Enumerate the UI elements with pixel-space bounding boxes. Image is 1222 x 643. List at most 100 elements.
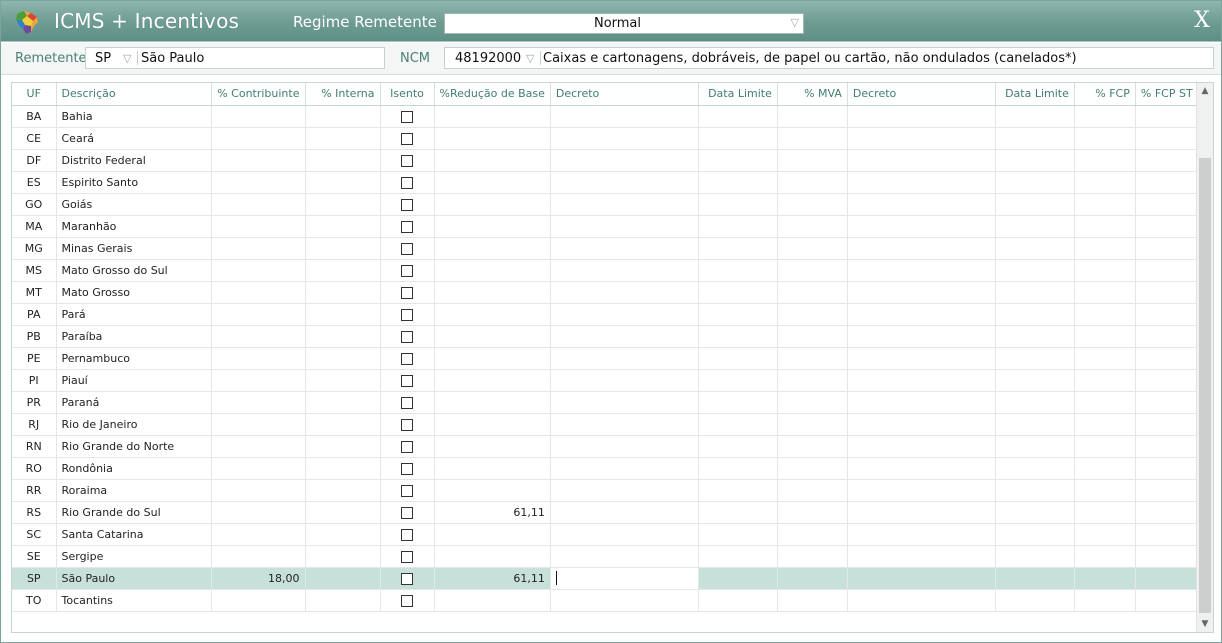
- cell-fcp[interactable]: [1074, 435, 1136, 458]
- cell-mva[interactable]: [777, 259, 848, 282]
- cell-fcp-st[interactable]: [1135, 435, 1199, 458]
- cell-data-limite-st[interactable]: [995, 127, 1075, 150]
- cell-decreto-st[interactable]: [847, 567, 996, 590]
- cell-decreto[interactable]: [550, 149, 699, 172]
- cell-decreto-st[interactable]: [847, 391, 996, 414]
- cell-decreto[interactable]: [550, 303, 699, 326]
- isento-checkbox[interactable]: [401, 220, 413, 233]
- cell-descricao[interactable]: Rio Grande do Sul: [56, 501, 212, 524]
- cell-fcp[interactable]: [1074, 237, 1136, 260]
- cell-data-limite-st[interactable]: [995, 523, 1075, 546]
- cell-contribuinte[interactable]: [211, 259, 306, 282]
- cell-decreto[interactable]: [550, 259, 699, 282]
- col-contribuinte[interactable]: % Contribuinte: [211, 83, 306, 106]
- regime-select[interactable]: Normal ▽: [444, 13, 804, 34]
- cell-decreto[interactable]: [550, 589, 699, 612]
- col-fcp-st[interactable]: % FCP ST: [1135, 83, 1199, 106]
- cell-uf[interactable]: RJ: [12, 413, 57, 436]
- cell-descricao[interactable]: Piauí: [56, 369, 212, 392]
- cell-mva[interactable]: [777, 215, 848, 238]
- cell-fcp[interactable]: [1074, 457, 1136, 480]
- table-row[interactable]: RS Rio Grande do Sul 61,11: [12, 501, 1199, 524]
- cell-fcp-st[interactable]: [1135, 479, 1199, 502]
- table-row[interactable]: DF Distrito Federal: [12, 149, 1199, 172]
- cell-mva[interactable]: [777, 347, 848, 370]
- cell-decreto[interactable]: [550, 369, 699, 392]
- table-row[interactable]: BA Bahia: [12, 105, 1199, 128]
- chevron-down-icon[interactable]: ▼: [1197, 616, 1213, 632]
- table-row[interactable]: PI Piauí: [12, 369, 1199, 392]
- cell-fcp[interactable]: [1074, 347, 1136, 370]
- scrollbar-thumb[interactable]: [1199, 158, 1211, 613]
- cell-descricao[interactable]: Rondônia: [56, 457, 212, 480]
- cell-fcp-st[interactable]: [1135, 171, 1199, 194]
- cell-decreto[interactable]: [550, 347, 699, 370]
- isento-checkbox[interactable]: [401, 462, 413, 475]
- isento-checkbox[interactable]: [401, 550, 413, 563]
- col-mva[interactable]: % MVA: [777, 83, 848, 106]
- cell-fcp-st[interactable]: [1135, 215, 1199, 238]
- isento-checkbox[interactable]: [401, 132, 413, 145]
- cell-mva[interactable]: [777, 479, 848, 502]
- cell-interna[interactable]: [305, 479, 381, 502]
- cell-decreto[interactable]: [550, 281, 699, 304]
- cell-fcp-st[interactable]: [1135, 523, 1199, 546]
- cell-decreto[interactable]: [550, 215, 699, 238]
- col-data-limite-st[interactable]: Data Limite: [995, 83, 1075, 106]
- cell-reducao-base[interactable]: [434, 281, 551, 304]
- cell-descricao[interactable]: Mato Grosso: [56, 281, 212, 304]
- cell-reducao-base[interactable]: [434, 215, 551, 238]
- cell-decreto-st[interactable]: [847, 149, 996, 172]
- cell-uf[interactable]: SE: [12, 545, 57, 568]
- cell-contribuinte[interactable]: [211, 435, 306, 458]
- cell-contribuinte[interactable]: [211, 369, 306, 392]
- cell-reducao-base[interactable]: 61,11: [434, 501, 551, 524]
- col-interna[interactable]: % Interna: [305, 83, 381, 106]
- cell-uf[interactable]: MT: [12, 281, 57, 304]
- cell-reducao-base[interactable]: [434, 347, 551, 370]
- cell-data-limite[interactable]: [698, 127, 778, 150]
- cell-uf[interactable]: MS: [12, 259, 57, 282]
- cell-data-limite-st[interactable]: [995, 149, 1075, 172]
- isento-checkbox[interactable]: [401, 440, 413, 453]
- col-fcp[interactable]: % FCP: [1074, 83, 1136, 106]
- cell-isento[interactable]: [380, 325, 435, 348]
- cell-interna[interactable]: [305, 259, 381, 282]
- col-decreto[interactable]: Decreto: [550, 83, 699, 106]
- cell-decreto[interactable]: [550, 435, 699, 458]
- cell-fcp[interactable]: [1074, 501, 1136, 524]
- cell-uf[interactable]: PR: [12, 391, 57, 414]
- cell-interna[interactable]: [305, 567, 381, 590]
- cell-mva[interactable]: [777, 501, 848, 524]
- cell-fcp[interactable]: [1074, 589, 1136, 612]
- cell-decreto-st[interactable]: [847, 347, 996, 370]
- cell-data-limite[interactable]: [698, 391, 778, 414]
- cell-reducao-base[interactable]: [434, 589, 551, 612]
- isento-checkbox[interactable]: [401, 352, 413, 365]
- cell-fcp-st[interactable]: [1135, 589, 1199, 612]
- col-uf[interactable]: UF: [12, 83, 57, 106]
- cell-descricao[interactable]: Paraíba: [56, 325, 212, 348]
- cell-reducao-base[interactable]: [434, 303, 551, 326]
- cell-data-limite[interactable]: [698, 501, 778, 524]
- cell-mva[interactable]: [777, 105, 848, 128]
- cell-fcp[interactable]: [1074, 391, 1136, 414]
- cell-data-limite[interactable]: [698, 193, 778, 216]
- cell-isento[interactable]: [380, 347, 435, 370]
- cell-isento[interactable]: [380, 567, 435, 590]
- cell-contribuinte[interactable]: [211, 347, 306, 370]
- chevron-up-icon[interactable]: ▲: [1197, 83, 1213, 99]
- cell-data-limite-st[interactable]: [995, 479, 1075, 502]
- cell-data-limite-st[interactable]: [995, 435, 1075, 458]
- cell-data-limite-st[interactable]: [995, 193, 1075, 216]
- cell-decreto-st[interactable]: [847, 171, 996, 194]
- cell-isento[interactable]: [380, 501, 435, 524]
- cell-fcp[interactable]: [1074, 545, 1136, 568]
- cell-mva[interactable]: [777, 193, 848, 216]
- cell-isento[interactable]: [380, 589, 435, 612]
- cell-mva[interactable]: [777, 391, 848, 414]
- table-row[interactable]: PE Pernambuco: [12, 347, 1199, 370]
- cell-mva[interactable]: [777, 149, 848, 172]
- cell-data-limite[interactable]: [698, 325, 778, 348]
- cell-isento[interactable]: [380, 391, 435, 414]
